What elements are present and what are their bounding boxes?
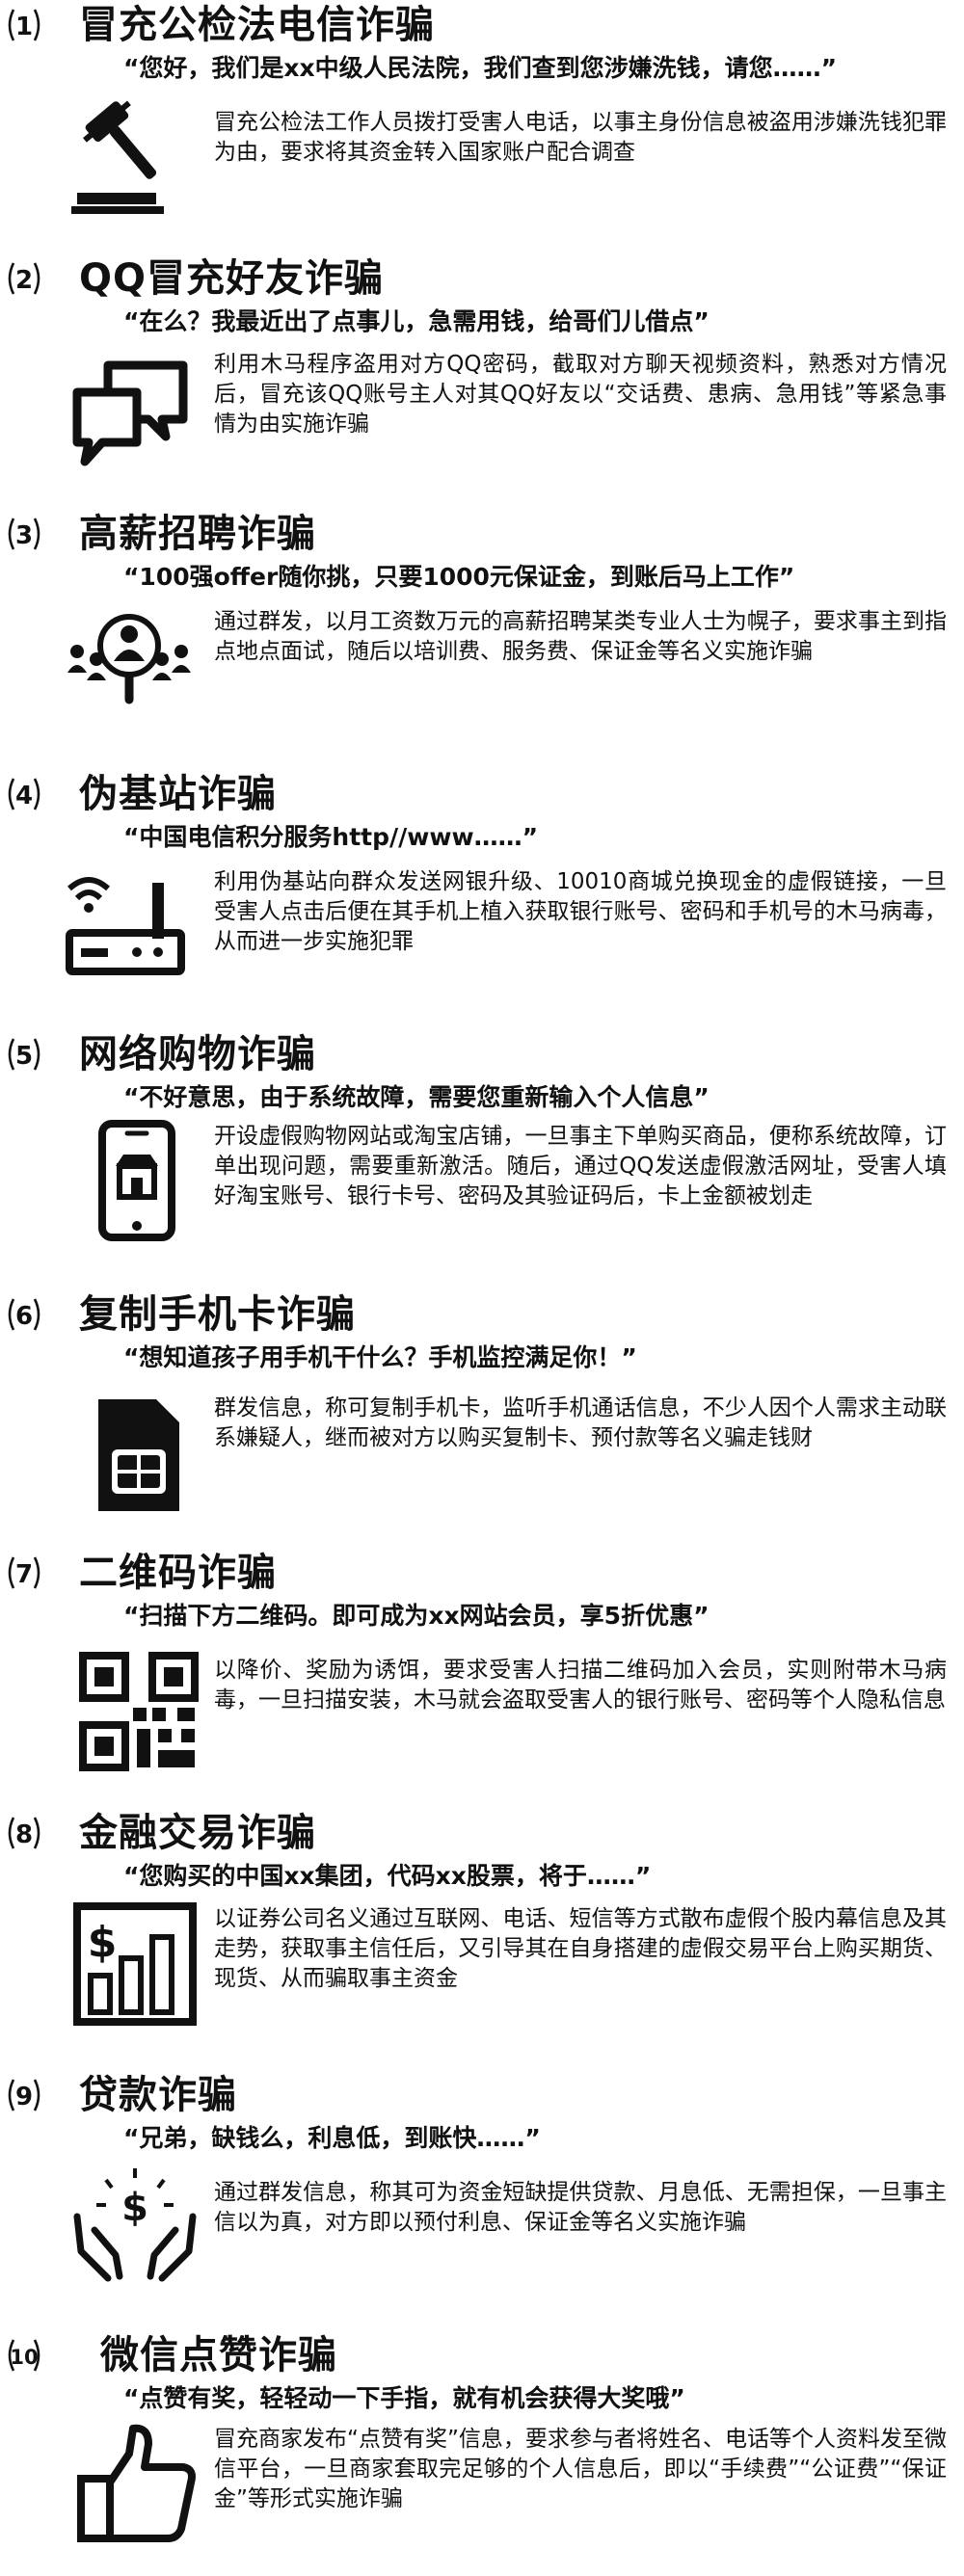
fraud-section: 10 微信点赞诈骗 “点赞有奖，轻轻动一下手指，就有机会获得大奖哦” 冒充商家发… <box>0 2332 964 2573</box>
router-icon <box>64 863 187 987</box>
section-description: 通过群发信息，称其可为资金短缺提供贷款、月息低、无需担保，一旦事主信以为真，对方… <box>214 2180 947 2235</box>
section-description: 冒充商家发布“点赞有奖”信息，要求参与者将姓名、电话等个人资料发至微信平台，一旦… <box>214 2427 947 2511</box>
section-description: 开设虚假购物网站或淘宝店铺，一旦事主下单购买商品，便称系统故障，订单出现问题，需… <box>214 1124 947 1208</box>
section-description: 通过群发，以月工资数万元的高薪招聘某类专业人士为幌子，要求事主到指点地点面试，随… <box>214 609 947 664</box>
section-description: 冒充公检法工作人员拨打受害人电话，以事主身份信息被盗用涉嫌洗钱犯罪为由，要求将其… <box>214 110 947 165</box>
section-quote: “扫描下方二维码。即可成为xx网站会员，享5折优惠” <box>123 1602 710 1630</box>
svg-text:2: 2 <box>15 266 33 295</box>
section-quote: “想知道孩子用手机干什么？手机监控满足你！” <box>123 1343 637 1371</box>
section-description: 利用木马程序盗用对方QQ密码，截取对方聊天视频资料，熟悉对方情况后，冒充该QQ账… <box>214 352 947 437</box>
recruit-search-icon <box>67 599 191 723</box>
thumbs-up-icon <box>75 2421 199 2544</box>
fraud-section: 8 金融交易诈骗 “您购买的中国xx集团，代码xx股票，将于……” $ 以证券公… <box>0 1810 964 2041</box>
svg-text:8: 8 <box>15 1820 33 1849</box>
svg-text:9: 9 <box>15 2083 33 2111</box>
section-quote: “您购买的中国xx集团，代码xx股票，将于……” <box>123 1862 652 1890</box>
section-title: 微信点赞诈骗 <box>100 2333 337 2377</box>
section-quote: “中国电信积分服务http//www……” <box>123 823 539 851</box>
section-title: QQ冒充好友诈骗 <box>79 256 385 301</box>
fraud-section: 5 网络购物诈骗 “不好意思，由于系统故障，需要您重新输入个人信息” 开设虚假购… <box>0 1031 964 1272</box>
svg-text:10: 10 <box>10 2346 38 2369</box>
number-badge: 6 <box>2 1295 46 1334</box>
svg-text:5: 5 <box>15 1042 33 1071</box>
section-title: 复制手机卡诈骗 <box>79 1292 356 1337</box>
number-badge: 8 <box>2 1814 46 1852</box>
svg-text:1: 1 <box>15 13 33 41</box>
section-title: 伪基站诈骗 <box>79 772 277 816</box>
section-quote: “兄弟，缺钱么，利息低，到账快……” <box>123 2124 541 2152</box>
svg-text:4: 4 <box>15 782 33 810</box>
chat-bubbles-icon <box>69 348 193 471</box>
section-title: 贷款诈骗 <box>79 2073 237 2117</box>
number-badge: 7 <box>2 1554 46 1592</box>
svg-text:6: 6 <box>15 1302 33 1331</box>
section-description: 以降价、奖励为诱饵，要求受害人扫描二维码加入会员，实则附带木马病毒，一旦扫描安装… <box>214 1658 947 1713</box>
number-badge: 3 <box>2 515 46 553</box>
number-badge: 10 <box>2 2336 46 2375</box>
fraud-section: 7 二维码诈骗 “扫描下方二维码。即可成为xx网站会员，享5折优惠” 以降价、奖… <box>0 1550 964 1771</box>
svg-text:3: 3 <box>15 521 33 550</box>
svg-text:$: $ <box>121 2186 148 2230</box>
section-quote: “您好，我们是xx中级人民法院，我们查到您涉嫌洗钱，请您……” <box>123 54 838 82</box>
number-badge: 1 <box>2 6 46 44</box>
section-description: 群发信息，称可复制手机卡，监听手机通话信息，不少人因个人需求主动联系嫌疑人，继而… <box>214 1395 947 1450</box>
section-title: 高薪招聘诈骗 <box>79 512 316 556</box>
phone-shop-icon <box>75 1120 199 1243</box>
fraud-section: 9 贷款诈骗 “兄弟，缺钱么，利息低，到账快……” $ 通过群发信息，称其可为资… <box>0 2072 964 2303</box>
number-badge: 5 <box>2 1035 46 1074</box>
stock-chart-icon: $ <box>73 1902 197 2026</box>
sim-card-icon <box>77 1395 201 1519</box>
gavel-icon <box>69 96 193 220</box>
svg-text:7: 7 <box>15 1560 33 1589</box>
section-title: 金融交易诈骗 <box>79 1811 316 1855</box>
section-title: 二维码诈骗 <box>79 1551 277 1595</box>
section-quote: “在么？我最近出了点事儿，急需用钱，给哥们儿借点” <box>123 307 710 335</box>
section-quote: “点赞有奖，轻轻动一下手指，就有机会获得大奖哦” <box>123 2384 685 2412</box>
section-description: 利用伪基站向群众发送网银升级、10010商城兑换现金的虚假链接，一旦受害人点击后… <box>214 869 947 954</box>
number-badge: 2 <box>2 259 46 298</box>
fraud-section: 4 伪基站诈骗 “中国电信积分服务http//www……” 利用伪基站向群众发送… <box>0 771 964 993</box>
fraud-section: 3 高薪招聘诈骗 “100强offer随你挑，只要1000元保证金，到账后马上工… <box>0 511 964 732</box>
money-hands-icon: $ <box>73 2163 197 2286</box>
fraud-section: 6 复制手机卡诈骗 “想知道孩子用手机干什么？手机监控满足你！” 群发信息，称可… <box>0 1291 964 1513</box>
qr-code-icon <box>77 1650 201 1773</box>
number-badge: 9 <box>2 2076 46 2114</box>
number-badge: 4 <box>2 775 46 813</box>
section-title: 网络购物诈骗 <box>79 1032 316 1076</box>
fraud-section: 2 QQ冒充好友诈骗 “在么？我最近出了点事儿，急需用钱，给哥们儿借点” 利用木… <box>0 255 964 477</box>
section-description: 以证券公司名义通过互联网、电话、短信等方式散布虚假个股内幕信息及其走势，获取事主… <box>214 1906 947 1991</box>
fraud-section: 1 冒充公检法电信诈骗 “您好，我们是xx中级人民法院，我们查到您涉嫌洗钱，请您… <box>0 2 964 224</box>
section-quote: “100强offer随你挑，只要1000元保证金，到账后马上工作” <box>123 563 795 591</box>
section-quote: “不好意思，由于系统故障，需要您重新输入个人信息” <box>123 1083 710 1111</box>
svg-text:$: $ <box>88 1918 118 1967</box>
section-title: 冒充公检法电信诈骗 <box>79 3 435 47</box>
